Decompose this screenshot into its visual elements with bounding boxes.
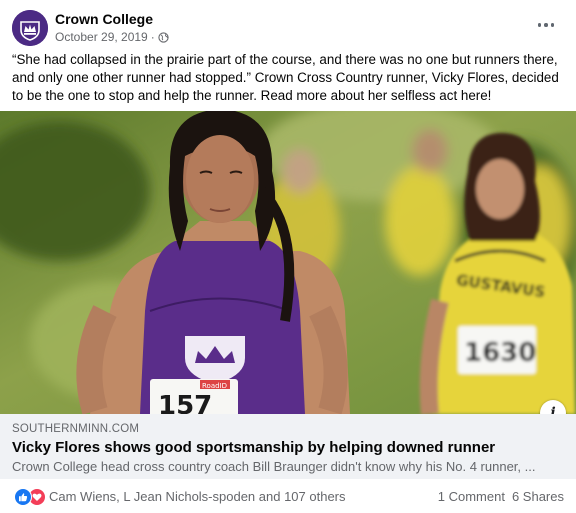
link-preview[interactable]: SOUTHERNMINN.COM Vicky Flores shows good… [0,414,576,479]
post-date[interactable]: October 29, 2019 [55,30,148,44]
reactors-text[interactable]: Cam Wiens, L Jean Nichols-spoden and 107… [49,489,346,504]
link-title[interactable]: Vicky Flores shows good sportsmanship by… [12,439,495,456]
crown-logo-icon [12,10,48,46]
post-text: “She had collapsed in the prairie part o… [12,52,559,103]
runners-photo: 1630 GUSTAVUS 157 RoadID [0,111,576,414]
like-icon [14,488,32,506]
shares-count[interactable]: 6 Shares [512,489,564,504]
engagement-counts: 1 Comment 6 Shares [438,489,564,504]
page-avatar[interactable] [12,10,48,46]
dot-icon [537,23,542,27]
post-photo[interactable]: 1630 GUSTAVUS 157 RoadID [0,111,576,414]
post-footer: Cam Wiens, L Jean Nichols-spoden and 107… [0,479,576,513]
dot-icon [550,23,555,27]
left-bib-number: 157 [158,391,212,414]
post-header: Crown College October 29, 2019 · [12,10,564,46]
link-domain: SOUTHERNMINN.COM [12,423,140,435]
bib-brand: RoadID [202,382,227,390]
right-bib-number: 1630 [464,338,536,368]
meta-separator: · [150,30,155,44]
link-description: Crown College head cross country coach B… [12,459,536,474]
more-options-button[interactable] [534,16,558,34]
dot-icon [544,23,548,27]
globe-icon[interactable] [158,31,169,43]
post-meta: October 29, 2019 · [55,30,169,44]
facebook-post: Crown College October 29, 2019 · “She ha… [0,0,576,513]
comments-count[interactable]: 1 Comment [438,489,505,504]
reaction-icons[interactable] [14,488,46,506]
page-name[interactable]: Crown College [55,11,153,27]
